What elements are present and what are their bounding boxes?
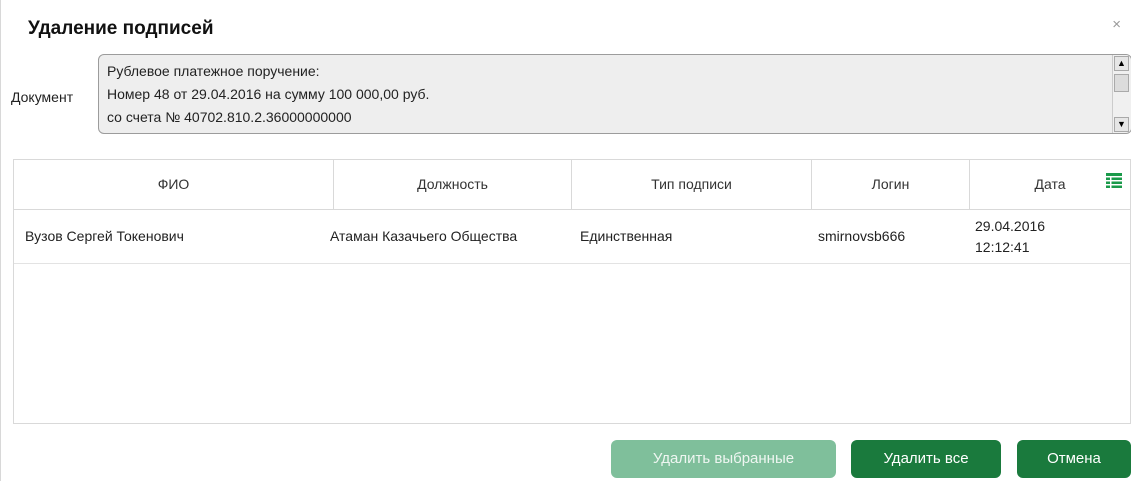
column-settings-icon[interactable]: [1106, 173, 1122, 189]
column-header-position[interactable]: Должность: [334, 160, 572, 209]
document-textarea[interactable]: Рублевое платежное поручение: Номер 48 о…: [98, 54, 1131, 134]
arrow-down-icon[interactable]: ▼: [1114, 117, 1129, 132]
cell-date: 29.04.2016 12:12:41: [975, 216, 1045, 269]
cancel-button[interactable]: Отмена: [1017, 440, 1131, 478]
delete-all-button[interactable]: Удалить все: [851, 440, 1001, 478]
cell-fio: Вузов Сергей Токенович: [25, 228, 184, 244]
column-header-login[interactable]: Логин: [812, 160, 970, 209]
column-header-date[interactable]: Дата: [970, 160, 1090, 209]
document-scrollbar[interactable]: ▲ ▼: [1112, 55, 1131, 133]
table-row[interactable]: Вузов Сергей Токенович Атаман Казачьего …: [14, 210, 1130, 264]
column-header-fio[interactable]: ФИО: [14, 160, 334, 209]
arrow-up-icon[interactable]: ▲: [1114, 56, 1129, 71]
scroll-thumb[interactable]: [1114, 74, 1129, 92]
dialog-title: Удаление подписей: [28, 18, 214, 39]
document-label: Документ: [11, 89, 74, 105]
delete-selected-button[interactable]: Удалить выбранные: [611, 440, 836, 478]
document-text: Рублевое платежное поручение: Номер 48 о…: [107, 63, 430, 125]
column-header-sign-type[interactable]: Тип подписи: [572, 160, 812, 209]
cell-date-time: 12:12:41: [975, 239, 1030, 255]
cell-date-day: 29.04.2016: [975, 218, 1046, 234]
signatures-table: ФИО Должность Тип подписи Логин Дата Вуз…: [13, 159, 1131, 424]
cell-login: smirnovsb666: [818, 228, 906, 244]
delete-signatures-dialog: Удаление подписей × Документ Рублевое пл…: [0, 0, 1131, 481]
cell-sign-type: Единственная: [580, 228, 673, 244]
table-header: ФИО Должность Тип подписи Логин Дата: [14, 160, 1130, 210]
cell-position: Атаман Казачьего Общества: [330, 228, 518, 244]
close-icon[interactable]: ×: [1112, 16, 1121, 33]
